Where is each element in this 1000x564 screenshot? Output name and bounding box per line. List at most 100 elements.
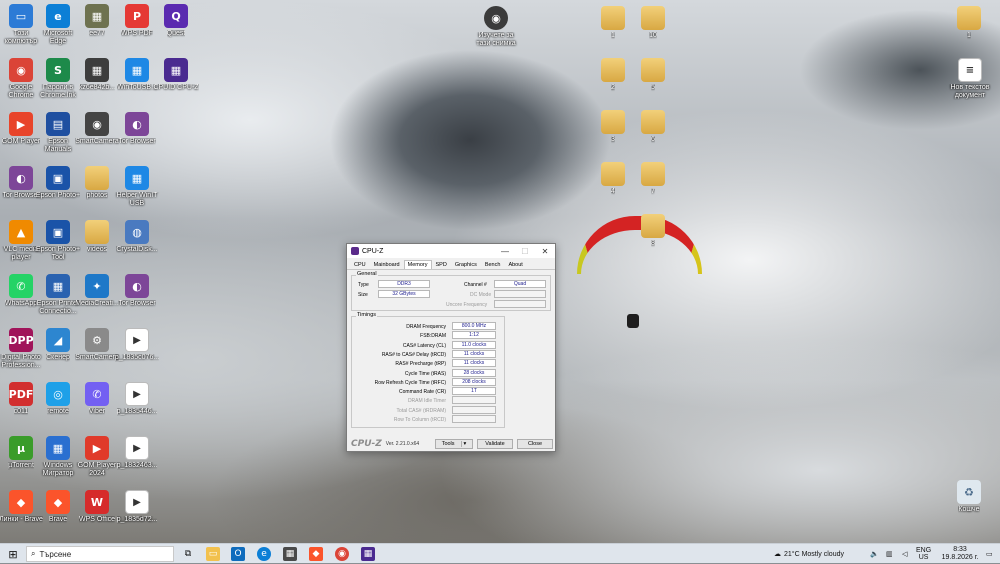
desktop-icon[interactable]: ◍ CrystalDisk... — [114, 220, 160, 272]
desktop-icon-folder[interactable]: 10 — [630, 6, 676, 58]
desktop-icon[interactable]: ▶ p_1835446... — [114, 382, 160, 434]
desktop-icon-folder[interactable]: 7 — [630, 162, 676, 214]
cpuz-logo: CPU-Z — [351, 439, 382, 449]
desktop-icon[interactable]: ▶ p_1832463... — [114, 436, 160, 488]
desktop-icon-label: MediaCreati... — [75, 300, 119, 307]
app-icon: Q — [164, 4, 188, 28]
tab-mainboard[interactable]: Mainboard — [370, 260, 404, 269]
folder-icon — [641, 214, 665, 238]
desktop-icon[interactable]: ▶ p_1835d72... — [114, 490, 160, 542]
desktop-icon-label: 10 — [649, 32, 657, 39]
speaker-icon[interactable]: 🔈 — [870, 544, 879, 564]
desktop-icon[interactable]: ◐ Tor Browser — [114, 112, 160, 164]
app-icon: ▣ — [46, 220, 70, 244]
app-icon: ✦ — [85, 274, 109, 298]
text-file-icon: ≡ — [958, 58, 982, 82]
type-label: Type — [358, 282, 369, 288]
maximize-button[interactable]: ☐ — [515, 244, 535, 258]
desktop-icon[interactable]: Q Quest — [153, 4, 199, 56]
network-icon[interactable]: ▥ — [886, 544, 893, 564]
file-explorer-icon[interactable]: ▭ — [206, 547, 220, 561]
task-view-icon[interactable]: ⧉ — [181, 547, 195, 561]
close-button[interactable]: Close — [517, 439, 553, 449]
app-icon: ▣ — [46, 166, 70, 190]
search-box[interactable]: ⌕ Търсене — [26, 546, 174, 562]
dc-mode-label: DC Mode — [470, 292, 492, 298]
timing-label: Total CAS# (tRDRAM) — [396, 407, 446, 414]
app-icon: ◆ — [46, 490, 70, 514]
desktop-icon-label: WinToUSB... — [117, 84, 157, 91]
size-label: Size — [358, 292, 368, 298]
timing-label: Cycle Time (tRAS) — [404, 370, 446, 377]
cpuz-taskbar-icon[interactable]: ▦ — [361, 547, 375, 561]
timing-value: 11 clocks — [452, 349, 496, 358]
tab-about[interactable]: About — [504, 260, 526, 269]
tab-memory[interactable]: Memory — [403, 260, 432, 269]
weather-widget[interactable]: ☁ 21°C Mostly cloudy — [774, 544, 844, 564]
app-icon: ⚙ — [85, 328, 109, 352]
desktop-icon-learn-about-picture[interactable]: ◉ Изучете за тази снимка — [472, 6, 520, 58]
cpuz-tabbar: CPU Mainboard Memory SPD Graphics Bench … — [347, 258, 555, 270]
app-icon: µ — [9, 436, 33, 460]
desktop-icon-label: 3 — [611, 136, 615, 143]
general-heading: General — [356, 271, 378, 277]
app-icon: ✆ — [9, 274, 33, 298]
search-placeholder: Търсене — [39, 549, 72, 559]
desktop-icon-label: ee77 — [89, 30, 105, 37]
desktop-icon[interactable]: ▦ CPUID CPU-Z — [153, 58, 199, 110]
app-icon: ▦ — [125, 166, 149, 190]
desktop-icon-recycle-bin[interactable]: ♻ Кошче — [946, 480, 992, 532]
paraglider-pilot — [627, 314, 639, 328]
timing-label: CAS# Latency (CL) — [402, 342, 446, 349]
app-icon: ▶ — [9, 112, 33, 136]
notifications-icon[interactable]: ▭ — [986, 544, 993, 564]
desktop-icon-folder[interactable]: 5 — [630, 58, 676, 110]
desktop-icon-folder[interactable]: 6 — [630, 110, 676, 162]
desktop-icon-label: WhatsApp — [4, 300, 38, 307]
recycle-bin-icon: ♻ — [957, 480, 981, 504]
tab-spd[interactable]: SPD — [432, 260, 451, 269]
app-icon: ▭ — [9, 4, 33, 28]
tools-label: Tools — [441, 441, 455, 447]
desktop-icon[interactable]: ▶ p_1835c076... — [114, 328, 160, 380]
desktop-icon[interactable]: ◐ Tor Browser — [114, 274, 160, 326]
type-value: DDR3 — [378, 280, 430, 288]
desktop-icon[interactable]: ▦ Helper WinIT USB — [114, 166, 160, 218]
desktop-icon-label: p_1835446... — [116, 408, 158, 415]
cpuz-titlebar[interactable]: CPU-Z — ☐ ✕ — [347, 244, 555, 258]
desktop-icon-label: p_1835c076... — [114, 354, 160, 361]
brave-icon[interactable]: ◆ — [309, 547, 323, 561]
desktop-icon-label: Viber — [88, 408, 106, 415]
desktop-icon-folder[interactable]: 8 — [630, 214, 676, 266]
cloud-icon: ☁ — [774, 551, 781, 558]
app-icon: ◐ — [125, 274, 149, 298]
tools-button[interactable]: Tools ▾ — [435, 439, 473, 449]
volume-icon[interactable]: ◁ — [902, 544, 907, 564]
folder-icon — [85, 166, 109, 190]
tab-cpu[interactable]: CPU — [350, 260, 370, 269]
photos-app-icon[interactable]: ▦ — [283, 547, 297, 561]
tab-bench[interactable]: Bench — [481, 260, 505, 269]
app-icon: W — [85, 490, 109, 514]
validate-button[interactable]: Validate — [477, 439, 513, 449]
desktop-icon-new-text-document[interactable]: ≡ Нов текстов документ — [946, 58, 994, 110]
chrome-icon[interactable]: ◉ — [335, 547, 349, 561]
cpuz-version: Ver. 2.21.0.x64 — [385, 441, 420, 447]
close-window-button[interactable]: ✕ — [535, 244, 555, 258]
start-windows-icon[interactable]: ⊞ — [6, 547, 20, 561]
minimize-button[interactable]: — — [495, 244, 515, 258]
timing-value — [452, 415, 496, 423]
camera-icon: ◉ — [484, 6, 508, 30]
desktop-icon-folder-1[interactable]: 1 — [946, 6, 992, 58]
timing-value: 11 clocks — [452, 359, 496, 368]
tab-graphics[interactable]: Graphics — [451, 260, 481, 269]
timing-label: DRAM Idle Timer — [407, 398, 446, 405]
outlook-icon[interactable]: O — [231, 547, 245, 561]
app-icon: ▦ — [164, 58, 188, 82]
edge-icon[interactable]: e — [257, 547, 271, 561]
language-indicator[interactable]: ENG US — [916, 544, 931, 564]
folder-icon — [601, 6, 625, 30]
clock[interactable]: 8:33 19.8.2026 г. — [940, 544, 980, 564]
app-icon: DPP — [8, 328, 34, 352]
folder-icon — [641, 58, 665, 82]
